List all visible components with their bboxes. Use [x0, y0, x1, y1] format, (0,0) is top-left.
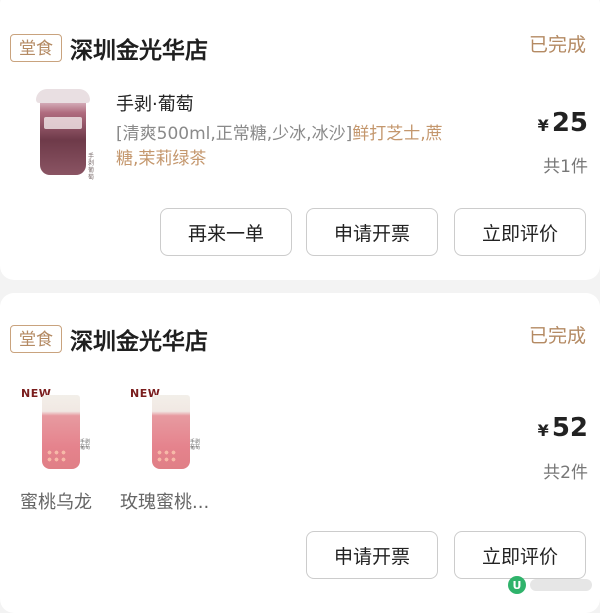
dine-in-tag: 堂食	[10, 325, 62, 353]
review-button[interactable]: 立即评价	[454, 208, 586, 256]
reorder-button[interactable]: 再来一单	[160, 208, 292, 256]
order-price: ¥52	[538, 413, 588, 443]
watermark: U	[508, 576, 592, 594]
spec-addon: 糖,茉莉绿茶	[116, 149, 207, 169]
order-price: ¥25	[538, 108, 588, 138]
spec-addon: 鲜打芝士,蔗	[352, 124, 443, 144]
currency-symbol: ¥	[537, 116, 549, 135]
invoice-button[interactable]: 申请开票	[306, 208, 438, 256]
spec-base: [清爽500ml,正常糖,少冰,冰沙]	[116, 124, 353, 144]
order-card[interactable]: 堂食 深圳金光华店 已完成 手剥 葡萄 手剥·葡萄 [清爽500ml,正常糖,少冰…	[0, 0, 600, 280]
item-count: 共1件	[543, 157, 588, 177]
u-logo-icon: U	[508, 576, 526, 594]
order-card[interactable]: 堂食 深圳金光华店 已完成 NEW 手剥 葡萄 蜜桃乌龙 NEW 手剥 葡萄 玫瑰蜜…	[0, 293, 600, 613]
invoice-button[interactable]: 申请开票	[306, 531, 438, 579]
currency-symbol: ¥	[537, 421, 549, 440]
product-name: 手剥·葡萄	[116, 94, 194, 115]
product-image: 手剥 葡萄	[36, 89, 94, 181]
order-header: 堂食 深圳金光华店	[10, 323, 208, 355]
product-name: 蜜桃乌龙	[20, 492, 92, 513]
product-image: 手剥 葡萄	[152, 395, 200, 469]
product-spec: [清爽500ml,正常糖,少冰,冰沙]鲜打芝士,蔗糖,茉莉绿茶	[116, 122, 516, 172]
item-count: 共2件	[543, 463, 588, 483]
dine-in-tag: 堂食	[10, 34, 62, 62]
store-name: 深圳金光华店	[70, 329, 208, 355]
price-amount: 52	[551, 413, 588, 443]
review-button[interactable]: 立即评价	[454, 531, 586, 579]
product-name: 玫瑰蜜桃...	[120, 492, 210, 513]
order-status: 已完成	[528, 34, 586, 56]
order-status: 已完成	[528, 325, 586, 347]
price-amount: 25	[551, 108, 588, 138]
order-header: 堂食 深圳金光华店	[10, 32, 208, 64]
store-name: 深圳金光华店	[70, 38, 208, 64]
product-image: 手剥 葡萄	[42, 395, 90, 469]
